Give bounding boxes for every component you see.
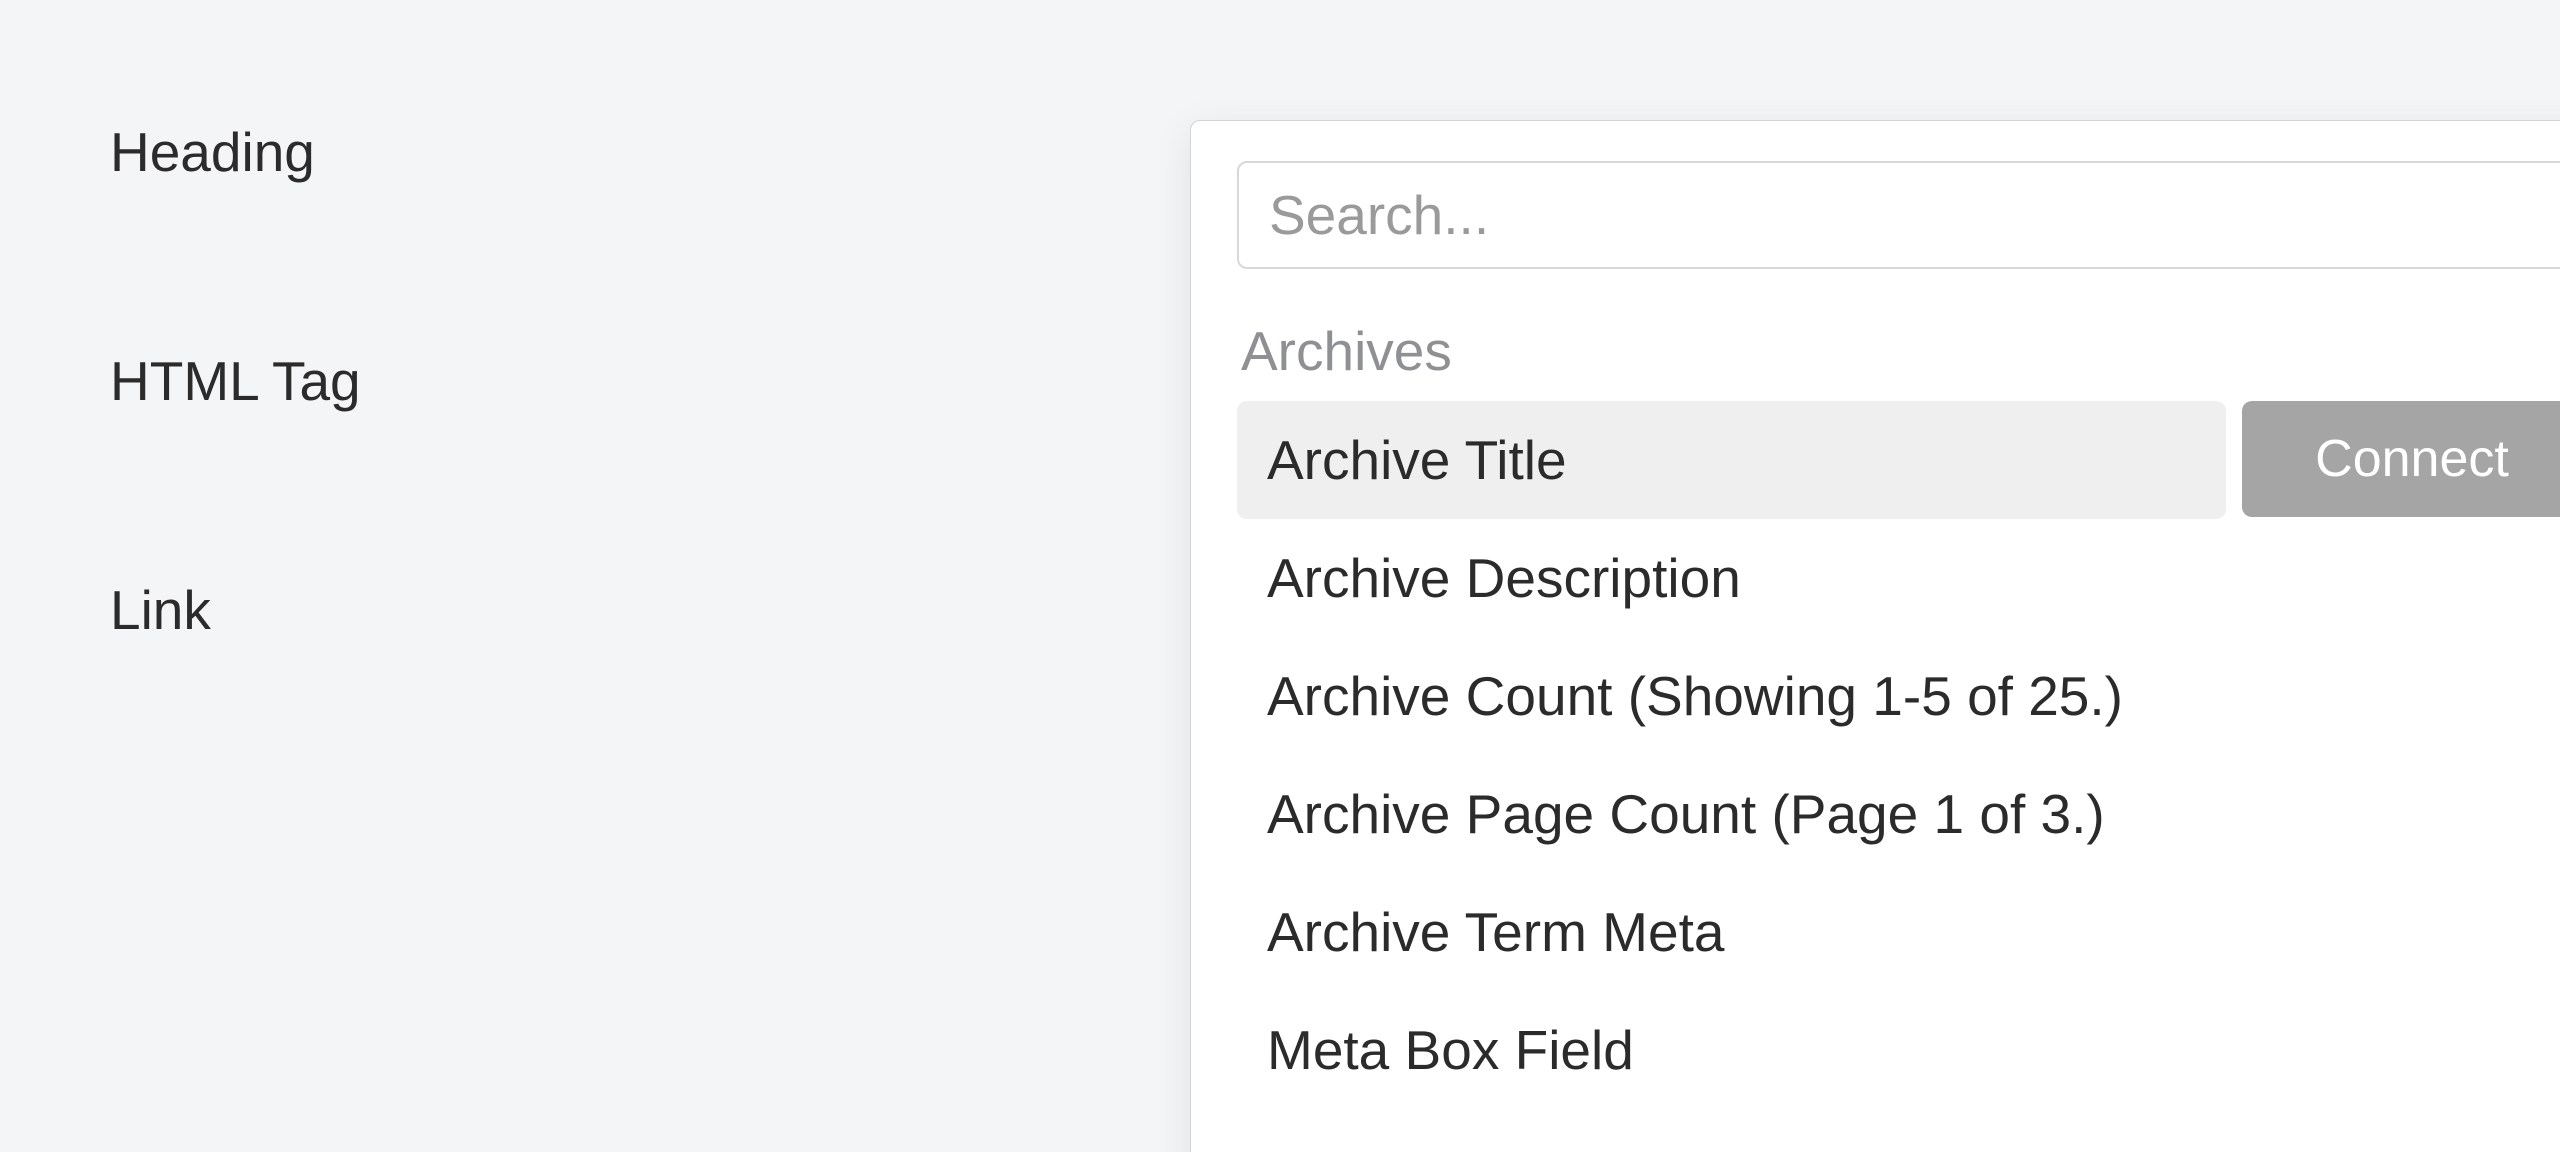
group-header-posts: Posts xyxy=(1237,1139,2560,1152)
item-label: Archive Count (Showing 1-5 of 25.) xyxy=(1237,637,2560,755)
sidebar-item-link[interactable]: Link xyxy=(110,578,361,642)
connect-button[interactable]: Connect xyxy=(2242,401,2560,517)
group-posts: Posts Post Title xyxy=(1237,1139,2560,1152)
item-archive-term-meta[interactable]: Archive Term Meta xyxy=(1237,873,2560,991)
item-label: Archive Term Meta xyxy=(1237,873,2560,991)
dynamic-content-panel: Archives Archive Title Connect Insert Ar… xyxy=(1190,120,2560,1152)
group-header-archives: Archives xyxy=(1237,319,2560,401)
sidebar-item-heading[interactable]: Heading xyxy=(110,120,361,184)
item-label: Meta Box Field xyxy=(1237,991,2560,1109)
page-root: Heading HTML Tag Link Archives Archive T… xyxy=(0,0,2560,1152)
item-meta-box-field[interactable]: Meta Box Field xyxy=(1237,991,2560,1109)
group-archives-items: Archive Title Connect Insert Archive Des… xyxy=(1237,401,2560,1109)
item-archive-count[interactable]: Archive Count (Showing 1-5 of 25.) xyxy=(1237,637,2560,755)
item-label: Archive Page Count (Page 1 of 3.) xyxy=(1237,755,2560,873)
settings-sidebar: Heading HTML Tag Link xyxy=(110,120,361,642)
item-archive-page-count[interactable]: Archive Page Count (Page 1 of 3.) xyxy=(1237,755,2560,873)
panel-inner: Archives Archive Title Connect Insert Ar… xyxy=(1191,121,2560,1152)
search-input[interactable] xyxy=(1237,161,2560,269)
item-archive-description[interactable]: Archive Description xyxy=(1237,519,2560,637)
group-archives: Archives Archive Title Connect Insert Ar… xyxy=(1237,319,2560,1109)
sidebar-item-html-tag[interactable]: HTML Tag xyxy=(110,349,361,413)
item-archive-title[interactable]: Archive Title Connect Insert xyxy=(1237,401,2560,519)
item-label: Archive Title xyxy=(1237,401,2226,519)
item-label: Archive Description xyxy=(1237,519,2560,637)
